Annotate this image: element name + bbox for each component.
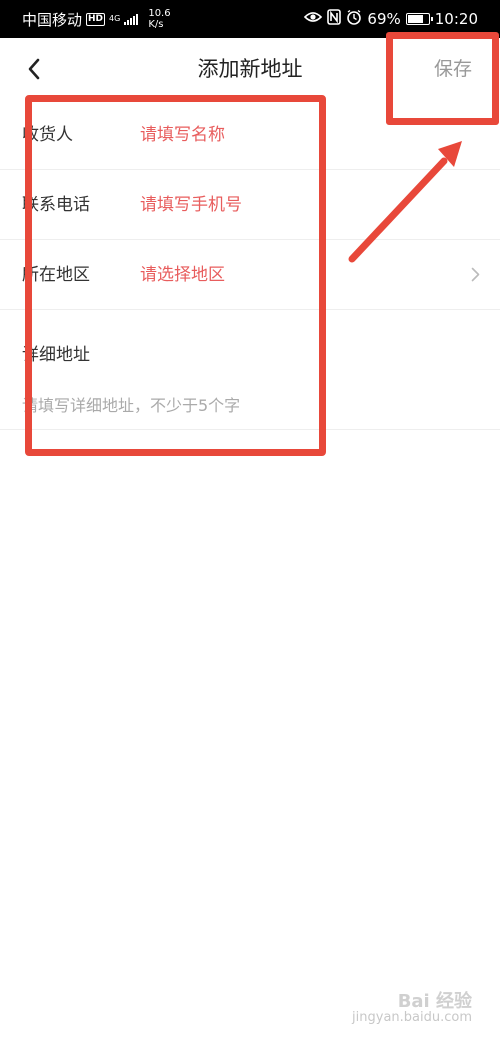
network-type: 4G — [109, 14, 121, 23]
form-highlight-box — [25, 95, 326, 456]
hd-badge: HD — [86, 12, 106, 26]
signal-icon — [124, 13, 139, 25]
battery-percent: 69% — [367, 10, 401, 28]
nfc-icon — [327, 9, 342, 29]
battery-icon — [405, 13, 433, 25]
eye-icon — [304, 10, 323, 28]
chevron-right-icon — [471, 267, 480, 282]
watermark: Bai 经验 jingyan.baidu.com — [352, 991, 472, 1026]
clock: 10:20 — [434, 10, 478, 28]
alarm-icon — [346, 9, 362, 29]
pointer-arrow — [348, 141, 462, 263]
carrier-name: 中国移动 — [22, 10, 83, 29]
save-highlight-box — [386, 32, 499, 125]
network-speed: 10.6 K/s — [148, 8, 171, 30]
status-left: 中国移动 HD 4G 10.6 K/s — [22, 0, 171, 38]
watermark-logo: Bai 经验 — [397, 991, 472, 1012]
watermark-url: jingyan.baidu.com — [352, 1010, 472, 1025]
